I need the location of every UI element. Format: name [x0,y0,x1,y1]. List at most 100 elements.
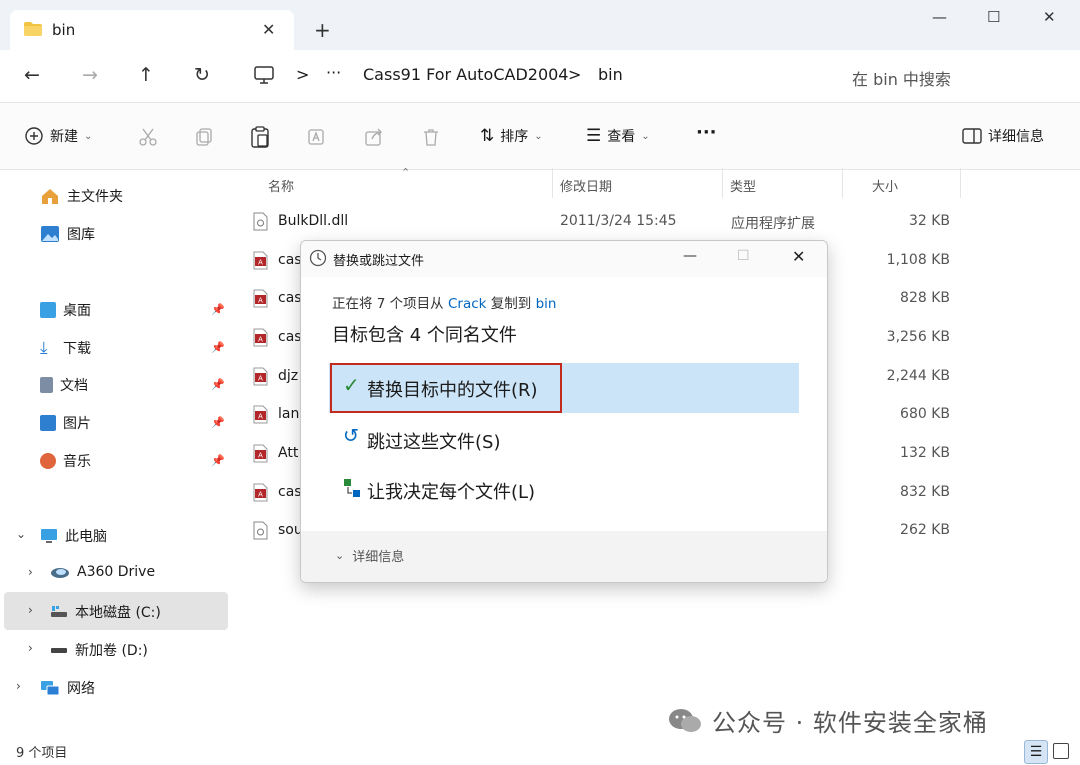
new-button[interactable]: 新建 ⌄ [24,126,92,146]
column-header-type[interactable]: 类型 [730,176,756,195]
pin-icon[interactable]: 📌 [211,341,225,354]
up-button[interactable]: ↑ [138,64,154,86]
generic-file-icon [253,521,268,540]
pin-icon[interactable]: 📌 [211,378,225,391]
sidebar-item-label: 本地磁盘 (C:) [75,605,161,621]
delete-icon[interactable] [421,127,441,147]
chevron-right-icon[interactable]: › [28,565,33,579]
more-options-button[interactable]: ··· [696,122,717,143]
minimize-button[interactable]: — [932,8,947,26]
dialog-title: 替换或跳过文件 [333,254,425,269]
dll-file-icon [253,212,268,231]
decide-each-file-option[interactable]: 让我决定每个文件(L) [329,465,799,513]
tab-bin[interactable]: bin ✕ [10,10,294,50]
sidebar-item-music[interactable]: 音乐 [40,451,91,471]
sort-icon: ⇅ [480,126,495,146]
back-button[interactable]: ← [24,64,40,86]
close-tab-icon[interactable]: ✕ [262,20,275,39]
svg-text:A: A [258,453,263,460]
file-name: cas [278,290,302,306]
sidebar-item-drive-c[interactable]: 本地磁盘 (C:) [50,602,161,622]
column-divider[interactable] [722,168,723,198]
monitor-icon[interactable] [254,66,274,84]
breadcrumb-separator[interactable]: > [296,65,309,84]
sidebar-item-pictures[interactable]: 图片 [40,413,91,433]
refresh-button[interactable]: ↻ [194,64,210,86]
breadcrumb-overflow[interactable]: ··· [326,63,341,82]
breadcrumb-separator[interactable]: > [568,65,581,84]
chevron-right-icon[interactable]: › [28,603,33,617]
sidebar-item-gallery[interactable]: 图库 [40,224,95,244]
tab-title: bin [52,21,76,39]
new-label: 新建 [50,129,78,145]
source-folder-link[interactable]: Crack [448,296,487,312]
breadcrumb-bin[interactable]: bin [598,65,623,84]
column-divider[interactable] [842,168,843,198]
dialog-close-button[interactable]: ✕ [792,247,805,266]
file-name: cas [278,252,302,268]
maximize-button[interactable]: ☐ [987,8,1000,26]
paste-icon[interactable] [250,126,270,148]
chevron-down-icon: ⌄ [641,130,650,142]
breadcrumb-cass91[interactable]: Cass91 For AutoCAD2004 [363,65,568,84]
sidebar-item-downloads[interactable]: ⤓ 下载 [40,338,91,358]
column-header-name[interactable]: 名称 [268,176,294,195]
column-header-size[interactable]: 大小 [872,176,898,195]
rename-icon[interactable] [307,127,327,147]
forward-button[interactable]: → [82,64,98,86]
dialog-heading: 目标包含 4 个同名文件 [332,325,517,346]
skip-arrow-icon: ↺ [343,425,359,447]
more-details-toggle[interactable]: ⌄ 详细信息 [335,546,404,565]
sort-button[interactable]: ⇅ 排序 ⌄ [480,126,543,146]
skip-option-label: 跳过这些文件(S) [367,432,501,453]
progress-prefix: 正在将 7 个项目从 [332,296,448,312]
sidebar-item-this-pc[interactable]: 此电脑 [40,526,107,546]
column-divider[interactable] [960,168,961,198]
pin-icon[interactable]: 📌 [211,303,225,316]
sidebar-item-documents[interactable]: 文档 [40,375,88,395]
dialog-minimize-button[interactable]: — [683,248,697,264]
chevron-down-icon[interactable]: ⌄ [16,527,26,541]
sidebar-item-label: 图库 [67,227,95,243]
new-tab-button[interactable]: + [314,18,331,42]
column-header-date[interactable]: 修改日期 [560,176,612,195]
svg-text:A: A [258,337,263,344]
sidebar-item-network[interactable]: 网络 [40,678,95,698]
skip-files-option[interactable]: ↺ 跳过这些文件(S) [329,415,799,463]
pin-icon[interactable]: 📌 [211,416,225,429]
sidebar-item-drive-d[interactable]: 新加卷 (D:) [50,640,148,660]
sidebar-item-label: 桌面 [63,303,91,319]
details-pane-button[interactable]: 详细信息 [962,126,1044,146]
close-window-button[interactable]: ✕ [1043,8,1056,26]
view-button[interactable]: ☰ 查看 ⌄ [586,126,650,146]
dialog-maximize-button[interactable]: ☐ [737,248,750,264]
chevron-right-icon[interactable]: › [16,679,21,693]
file-size: 3,256 KB [886,329,950,345]
sidebar-item-a360-drive[interactable]: A360 Drive [50,564,155,580]
share-icon[interactable] [364,127,384,147]
copy-icon[interactable] [194,127,214,147]
cut-icon[interactable] [138,127,158,147]
column-divider[interactable] [552,168,553,198]
autocad-file-icon: A [253,405,268,424]
chevron-right-icon[interactable]: › [28,641,33,655]
music-icon [40,453,56,469]
details-view-toggle[interactable]: ☰ [1024,740,1048,764]
svg-text:A: A [258,376,263,383]
sidebar-item-label: 主文件夹 [67,189,123,205]
replace-files-option[interactable]: ✓ 替换目标中的文件(R) [329,363,799,411]
sidebar-item-desktop[interactable]: 桌面 [40,300,91,320]
large-icons-view-toggle[interactable] [1053,743,1069,759]
table-row[interactable]: BulkDll.dll 2011/3/24 15:45 应用程序扩展 32 KB [250,205,960,243]
sidebar-item-label: 网络 [67,681,95,697]
sidebar-item-home[interactable]: 主文件夹 [40,186,123,206]
target-folder-link[interactable]: bin [536,296,557,312]
more-details-label: 详细信息 [352,550,405,565]
svg-text:A: A [258,260,263,267]
wechat-icon [669,708,701,732]
file-name: djz [278,368,299,384]
pin-icon[interactable]: 📌 [211,454,225,467]
cloud-drive-icon [51,568,69,578]
search-input[interactable]: 在 bin 中搜索 [852,66,951,90]
drive-d-icon [51,648,67,653]
